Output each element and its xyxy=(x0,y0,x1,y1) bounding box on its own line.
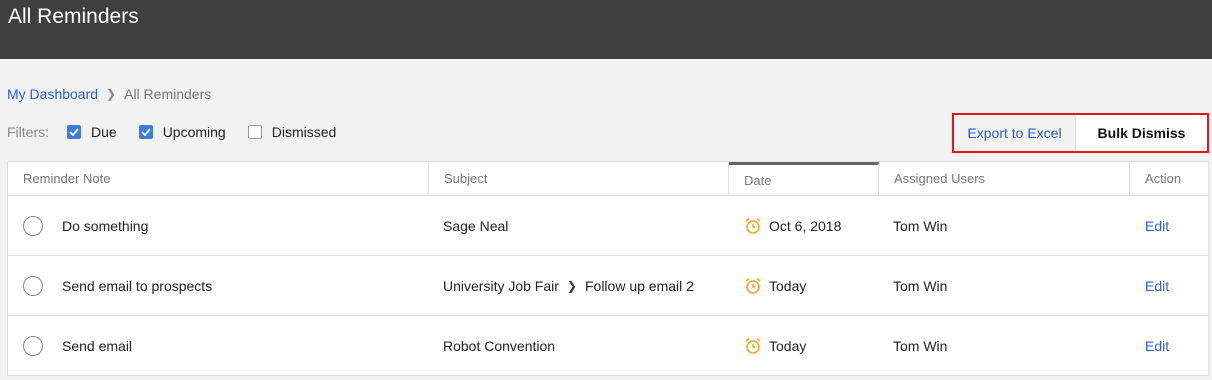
bulk-dismiss-button[interactable]: Bulk Dismiss xyxy=(1076,115,1207,151)
due-checkbox[interactable] xyxy=(67,125,81,139)
column-header-reminder-note[interactable]: Reminder Note xyxy=(8,162,429,195)
chevron-right-icon: ❯ xyxy=(106,87,117,101)
alarm-clock-icon xyxy=(744,277,762,295)
date-cell: Today xyxy=(744,256,806,316)
table-row: Do something Sage Neal Oct 6, 2018 Tom W… xyxy=(8,196,1208,256)
dismissed-checkbox[interactable] xyxy=(247,125,262,139)
reminder-note: Send email xyxy=(62,338,133,354)
column-header-date[interactable]: Date xyxy=(729,162,879,195)
date-cell: Today xyxy=(744,316,806,376)
breadcrumb: My Dashboard ❯ All Reminders xyxy=(7,86,211,102)
breadcrumb-home-link[interactable]: My Dashboard xyxy=(7,86,98,102)
dismiss-radio[interactable] xyxy=(23,336,43,356)
date-text: Today xyxy=(769,338,807,354)
column-header-assigned-users[interactable]: Assigned Users xyxy=(879,162,1130,195)
dismiss-radio[interactable] xyxy=(23,276,43,296)
date-cell: Oct 6, 2018 xyxy=(744,196,841,256)
subject-sub-link[interactable]: Follow up email 2 xyxy=(585,278,694,294)
date-text: Oct 6, 2018 xyxy=(769,218,842,234)
alarm-clock-icon xyxy=(744,217,762,235)
filters-label: Filters: xyxy=(7,124,49,140)
edit-link[interactable]: Edit xyxy=(1145,218,1169,234)
subject-cell: Sage Neal xyxy=(443,196,508,256)
filter-due[interactable]: Due xyxy=(67,124,117,140)
subject-link[interactable]: Sage Neal xyxy=(443,218,508,234)
breadcrumb-current: All Reminders xyxy=(124,86,212,102)
reminders-table: Reminder Note Subject Date Assigned User… xyxy=(7,161,1209,376)
table-header: Reminder Note Subject Date Assigned User… xyxy=(8,162,1208,196)
filter-dismissed[interactable]: Dismissed xyxy=(247,124,337,140)
assigned-user: Tom Win xyxy=(893,278,948,294)
subject-cell: Robot Convention xyxy=(443,316,555,376)
edit-link[interactable]: Edit xyxy=(1145,278,1169,294)
reminder-note: Send email to prospects xyxy=(62,278,213,294)
page-title: All Reminders xyxy=(8,5,139,28)
edit-link[interactable]: Edit xyxy=(1145,338,1169,354)
dismiss-radio[interactable] xyxy=(23,216,43,236)
column-header-action[interactable]: Action xyxy=(1130,162,1210,195)
table-row: Send email Robot Convention Today Tom Wi… xyxy=(8,316,1208,376)
date-text: Today xyxy=(769,278,807,294)
filters-bar: Filters: Due Upcoming Dismissed xyxy=(7,124,358,140)
alarm-clock-icon xyxy=(744,337,762,355)
upcoming-checkbox[interactable] xyxy=(138,125,153,139)
table-row: Send email to prospects University Job F… xyxy=(8,256,1208,316)
column-header-subject[interactable]: Subject xyxy=(429,162,729,195)
subject-link[interactable]: University Job Fair xyxy=(443,278,559,294)
actions-group: Export to Excel Bulk Dismiss xyxy=(952,113,1209,153)
subject-link[interactable]: Robot Convention xyxy=(443,338,555,354)
export-to-excel-button[interactable]: Export to Excel xyxy=(954,115,1076,151)
subject-cell: University Job Fair ❯ Follow up email 2 xyxy=(443,256,694,316)
filter-upcoming[interactable]: Upcoming xyxy=(138,124,226,140)
filter-due-label: Due xyxy=(91,124,117,140)
chevron-right-icon: ❯ xyxy=(566,279,577,293)
filter-upcoming-label: Upcoming xyxy=(162,124,226,140)
filter-dismissed-label: Dismissed xyxy=(271,124,337,140)
reminder-note: Do something xyxy=(62,218,149,234)
assigned-user: Tom Win xyxy=(893,218,948,234)
top-bar: All Reminders xyxy=(0,0,1212,59)
assigned-user: Tom Win xyxy=(893,338,948,354)
